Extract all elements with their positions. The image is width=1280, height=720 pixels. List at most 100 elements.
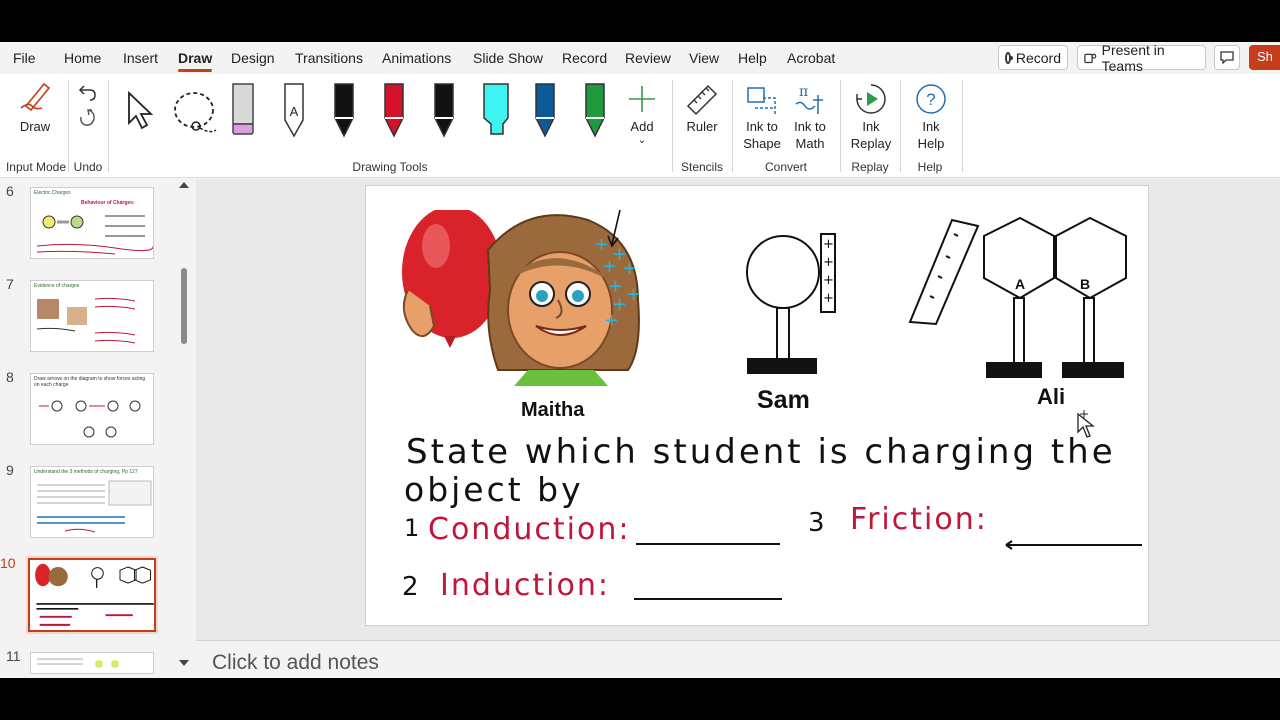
- thumbnail-number-8: 8: [6, 369, 14, 385]
- ruler-label[interactable]: Ruler: [680, 118, 724, 135]
- thumbnails-scrollbar[interactable]: [178, 179, 190, 669]
- thumbnail-number-9: 9: [6, 462, 14, 478]
- draw-button-label[interactable]: Draw: [14, 118, 56, 135]
- tab-help[interactable]: Help: [738, 50, 767, 66]
- svg-text:+: +: [604, 310, 619, 331]
- tab-file[interactable]: File: [13, 50, 36, 66]
- ink-replay-icon[interactable]: [854, 82, 888, 116]
- teams-icon: [1084, 53, 1097, 63]
- svg-text:+: +: [823, 273, 834, 288]
- present-in-teams-button[interactable]: Present in Teams: [1077, 42, 1206, 74]
- answer-1-blank[interactable]: [636, 543, 780, 545]
- highlighter-cyan-body: [483, 83, 509, 135]
- redo-icon[interactable]: [78, 108, 98, 128]
- slide-thumbnail-6[interactable]: Electric Charges Behaviour of Charges:: [30, 187, 154, 259]
- lasso-select-icon[interactable]: [170, 90, 222, 136]
- pencil-tool-icon[interactable]: A: [281, 82, 307, 138]
- thumbnail-6-title: Electric Charges: [34, 190, 71, 196]
- pen-green-body: [585, 83, 605, 138]
- thumbnails-scroll-thumb[interactable]: [181, 268, 187, 344]
- label-maitha: Maitha: [521, 399, 585, 421]
- notes-placeholder[interactable]: Click to add notes: [212, 651, 379, 675]
- group-label-convert: Convert: [764, 160, 808, 174]
- tab-design[interactable]: Design: [231, 50, 275, 66]
- tab-review[interactable]: Review: [625, 50, 671, 66]
- slide-thumbnail-11[interactable]: [30, 652, 154, 674]
- undo-icon[interactable]: [78, 82, 98, 102]
- answer-1-number: 1: [404, 514, 420, 542]
- sam-conductor-illustration: + + + +: [746, 233, 836, 374]
- share-button[interactable]: Sh: [1249, 45, 1280, 70]
- tab-draw[interactable]: Draw: [178, 50, 213, 72]
- comments-button[interactable]: [1214, 45, 1240, 70]
- svg-text:+: +: [823, 291, 834, 306]
- present-label: Present in Teams: [1101, 42, 1165, 74]
- slide-thumbnail-10[interactable]: [26, 556, 158, 634]
- tab-slide-show[interactable]: Slide Show: [473, 50, 543, 66]
- group-label-undo: Undo: [73, 160, 103, 174]
- svg-text:π: π: [799, 84, 808, 100]
- draw-pen-icon[interactable]: [18, 80, 54, 112]
- scroll-up-icon[interactable]: [178, 181, 190, 189]
- pen-blue-body: [535, 83, 555, 138]
- share-label: Sh: [1257, 49, 1273, 64]
- tab-view[interactable]: View: [689, 50, 719, 66]
- svg-text:+: +: [622, 258, 637, 279]
- thumbnail-8-diagram: [39, 400, 141, 438]
- tab-acrobat[interactable]: Acrobat: [787, 50, 835, 66]
- group-label-drawing-tools: Drawing Tools: [352, 160, 428, 174]
- tab-record[interactable]: Record: [562, 50, 607, 66]
- ink-help-label[interactable]: Ink Help: [908, 118, 954, 152]
- thumbnail-number-11: 11: [6, 648, 21, 664]
- record-icon: [1005, 51, 1013, 64]
- record-button[interactable]: Record: [998, 45, 1068, 70]
- svg-text:A: A: [290, 104, 299, 119]
- comment-icon: [1220, 51, 1234, 64]
- ink-to-shape-label[interactable]: Ink to Shape: [740, 118, 784, 152]
- group-label-stencils: Stencils: [680, 160, 724, 174]
- ink-to-math-icon[interactable]: π: [793, 82, 827, 116]
- select-arrow-icon[interactable]: [124, 90, 158, 132]
- answer-3-blank[interactable]: [1002, 538, 1144, 552]
- answer-1-conduction: Conduction:: [428, 512, 631, 547]
- slide-thumbnail-9[interactable]: Understand the 3 methods of charging, Pp…: [30, 466, 154, 538]
- pen-black-2-icon[interactable]: [431, 82, 457, 138]
- notes-pane[interactable]: Click to add notes: [196, 640, 1280, 678]
- current-slide[interactable]: + + + + + + + + Maitha + + + + Sam A B Ali State …: [365, 185, 1149, 626]
- draw-ribbon: Draw A Add ⌄ Drawing Tools Ruler Stencil…: [0, 74, 1280, 178]
- highlighter-cyan-icon[interactable]: [481, 82, 511, 138]
- ink-replay-label[interactable]: Ink Replay: [848, 118, 894, 152]
- svg-text:+: +: [823, 237, 834, 252]
- ink-to-shape-icon[interactable]: [745, 82, 779, 116]
- answer-3-friction: Friction:: [850, 502, 988, 537]
- slide-thumbnail-8[interactable]: Draw arrows on the diagram to show force…: [30, 373, 154, 445]
- pen-green-icon[interactable]: [582, 82, 608, 138]
- add-pen-icon[interactable]: [627, 84, 657, 114]
- record-label: Record: [1015, 49, 1061, 66]
- maitha-balloon-illustration: + ++ + + +++: [402, 210, 641, 386]
- thumbnail-number-6: 6: [6, 183, 14, 199]
- tab-animations[interactable]: Animations: [382, 50, 451, 66]
- pen-black-icon[interactable]: [331, 82, 357, 138]
- scroll-down-icon[interactable]: [178, 659, 190, 667]
- thumbnail-number-10: 10: [0, 555, 16, 571]
- pen-black-body: [334, 83, 354, 138]
- answer-2-blank[interactable]: [634, 598, 782, 600]
- pen-black-2-body: [434, 83, 454, 138]
- tab-insert[interactable]: Insert: [123, 50, 158, 66]
- ink-help-icon[interactable]: ?: [914, 82, 948, 116]
- add-chevron-icon[interactable]: ⌄: [622, 132, 662, 149]
- answer-3-number: 3: [808, 508, 825, 538]
- ink-to-math-label[interactable]: Ink to Math: [786, 118, 834, 152]
- eraser-tool-icon[interactable]: [230, 82, 256, 138]
- pen-blue-icon[interactable]: [532, 82, 558, 138]
- svg-text:+: +: [594, 234, 609, 255]
- slide-thumbnail-7[interactable]: Evidence of charges: [30, 280, 154, 352]
- tab-transitions[interactable]: Transitions: [295, 50, 363, 66]
- thumbnail-number-7: 7: [6, 276, 14, 292]
- pen-red-icon[interactable]: [381, 82, 407, 138]
- label-sam: Sam: [757, 386, 810, 414]
- tab-home[interactable]: Home: [64, 50, 101, 66]
- question-line-1: State which student is charging the: [406, 432, 1116, 472]
- ruler-icon[interactable]: [684, 82, 720, 116]
